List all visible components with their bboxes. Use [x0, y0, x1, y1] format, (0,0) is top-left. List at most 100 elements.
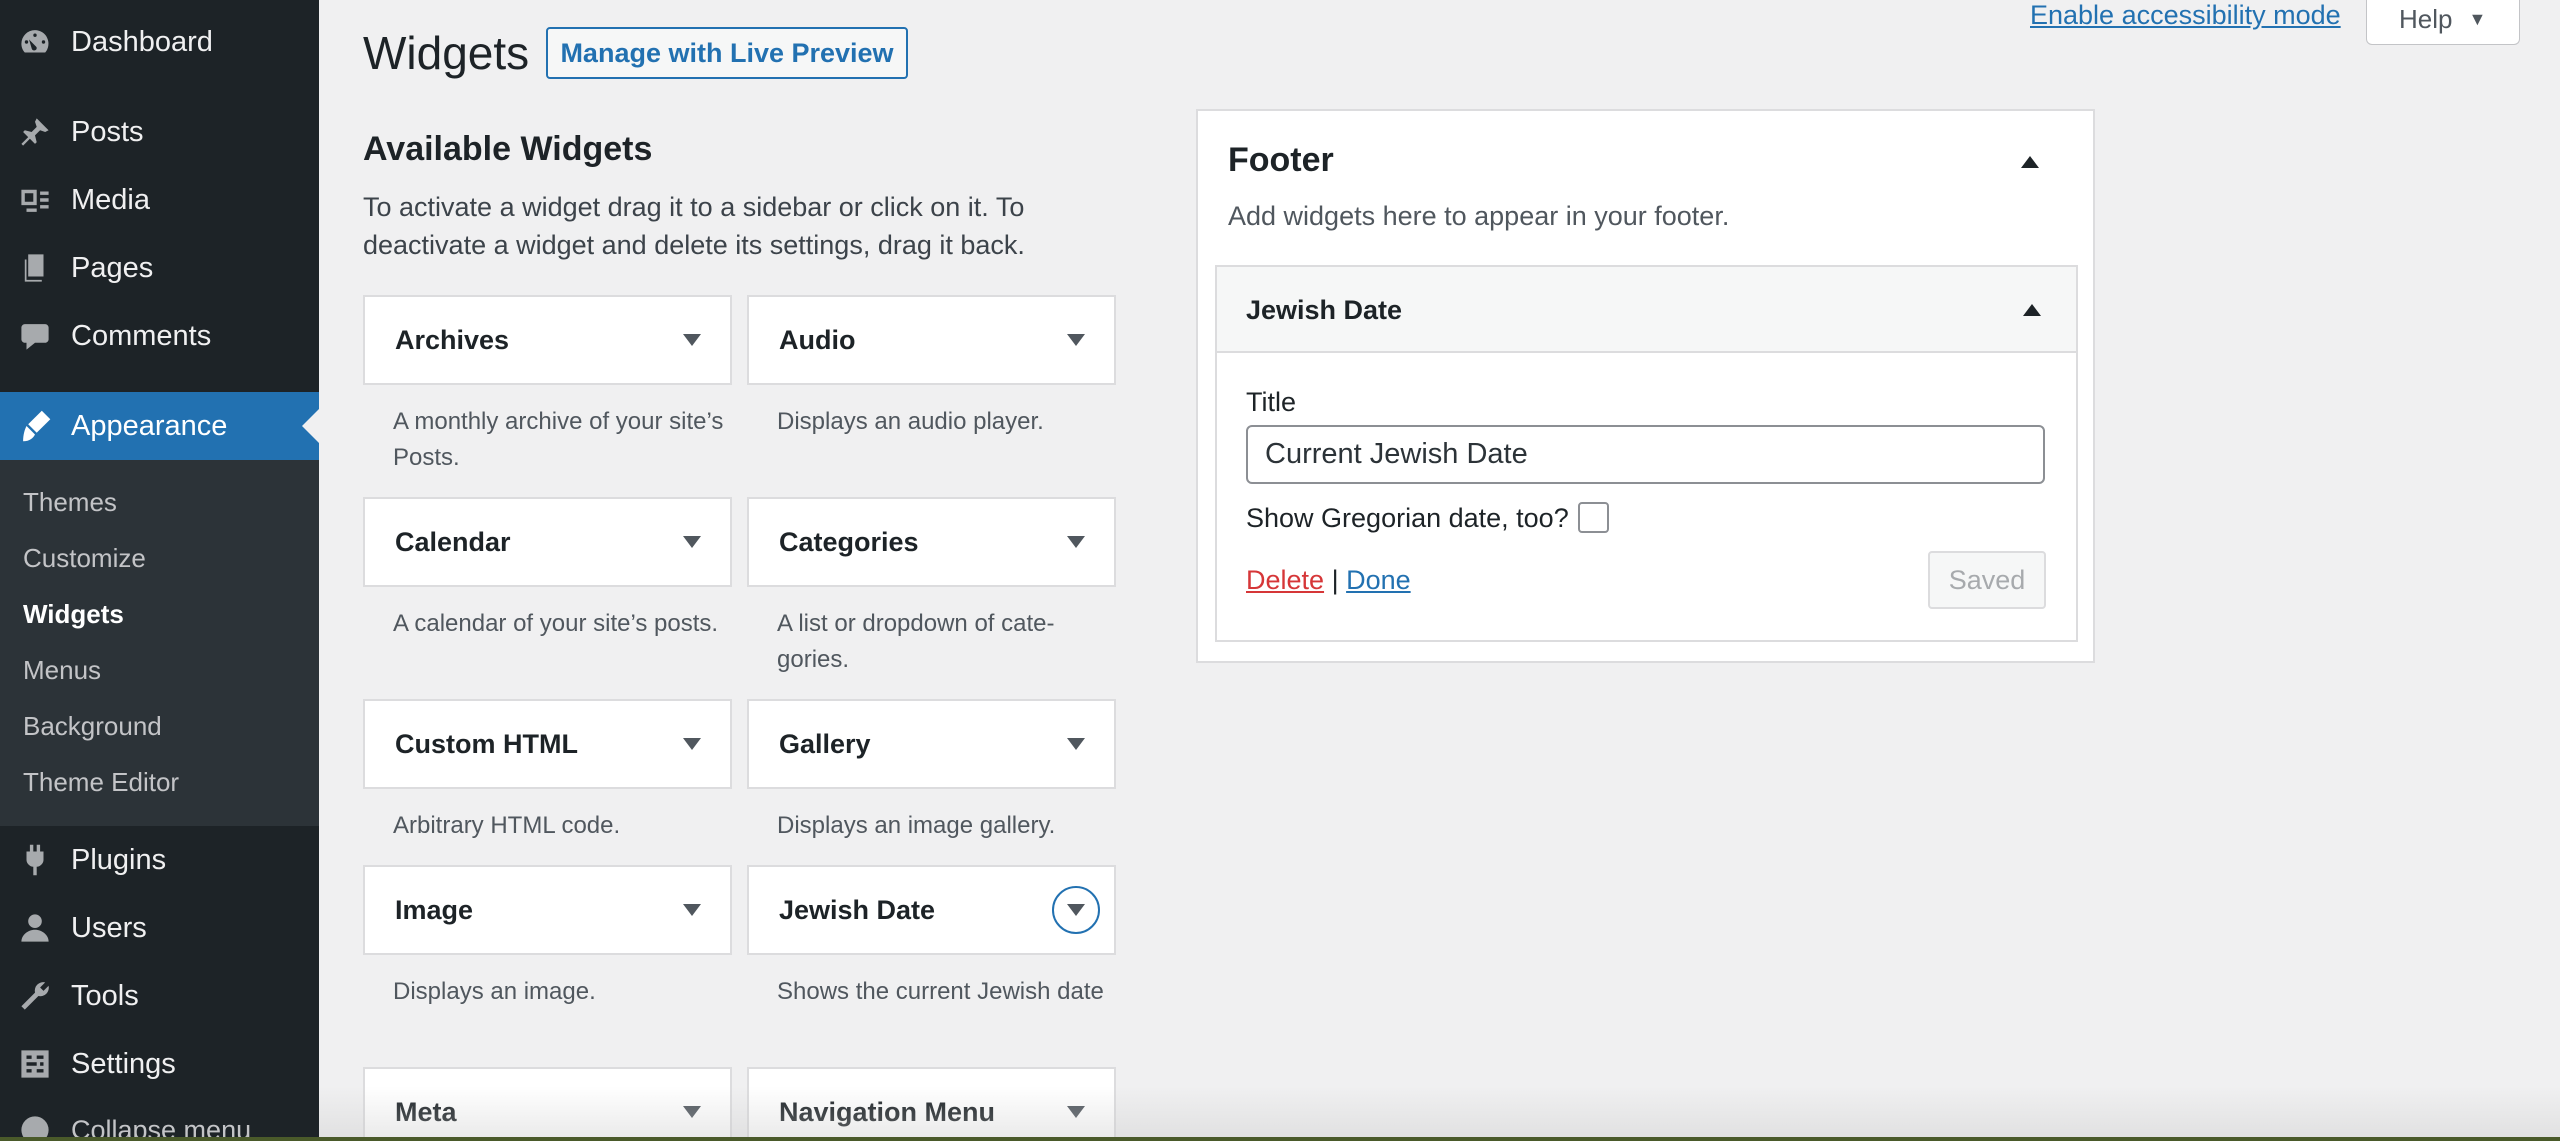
- menu-settings[interactable]: Settings: [0, 1034, 319, 1094]
- arrow-up-icon[interactable]: [2021, 155, 2039, 173]
- arrow-down-icon[interactable]: [680, 530, 704, 554]
- help-button[interactable]: Help ▼: [2366, 0, 2520, 45]
- widget-description: Displays an audio player.: [777, 408, 1044, 435]
- menu-label: Appearance: [71, 409, 228, 442]
- arrow-down-icon[interactable]: [1064, 732, 1088, 756]
- menu-tools[interactable]: Tools: [0, 966, 319, 1026]
- arrow-down-icon[interactable]: [680, 328, 704, 352]
- menu-label: Users: [71, 911, 147, 944]
- widget-archives[interactable]: Archives: [363, 295, 732, 385]
- arrow-down-icon[interactable]: [680, 898, 704, 922]
- widget-custom-html[interactable]: Custom HTML: [363, 699, 732, 789]
- menu-label: Tools: [71, 979, 139, 1012]
- accessibility-mode-link[interactable]: Enable accessibility mode: [2030, 0, 2341, 31]
- menu-label: Settings: [71, 1047, 176, 1080]
- plugin-icon: [16, 841, 54, 879]
- widget-categories[interactable]: Categories: [747, 497, 1116, 587]
- arrow-up-icon[interactable]: [2023, 303, 2041, 321]
- widget-gallery[interactable]: Gallery: [747, 699, 1116, 789]
- widget-title: Calendar: [395, 527, 511, 557]
- menu-plugins[interactable]: Plugins: [0, 830, 319, 890]
- menu-label: Media: [71, 183, 150, 216]
- footer-area-description: Add widgets here to appear in your foote…: [1228, 201, 1730, 231]
- admin-sidebar: Dashboard Posts Media Pages Comments App…: [0, 0, 319, 1141]
- footer-widget-area: Footer Add widgets here to appear in you…: [1196, 109, 2095, 663]
- page-title: Widgets: [363, 27, 530, 79]
- widget-title: Jewish Date: [1246, 295, 1403, 325]
- submenu-themes[interactable]: Themes: [23, 487, 117, 518]
- widget-title: Jewish Date: [779, 895, 936, 925]
- comments-icon: [16, 317, 54, 355]
- live-preview-button[interactable]: Manage with Live Preview: [546, 27, 908, 79]
- widget-actions: Delete | Done: [1246, 565, 1411, 596]
- arrow-down-icon[interactable]: [1064, 328, 1088, 352]
- pages-icon: [16, 249, 54, 287]
- widget-description: A list or dropdown of cate­gories.: [777, 610, 1055, 673]
- widget-navigation-menu[interactable]: Navigation Menu: [747, 1067, 1116, 1141]
- widget-description: A monthly archive of your site’s Posts.: [393, 408, 724, 471]
- submenu-menus[interactable]: Menus: [23, 655, 101, 686]
- caret-down-icon: ▼: [2468, 8, 2487, 29]
- title-input[interactable]: [1246, 425, 2045, 484]
- bottom-edge: [0, 1137, 2560, 1141]
- current-menu-arrow: [302, 409, 319, 443]
- menu-posts[interactable]: Posts: [0, 102, 319, 162]
- menu-comments[interactable]: Comments: [0, 306, 319, 366]
- submenu-background[interactable]: Background: [23, 711, 162, 742]
- submenu-theme-editor[interactable]: Theme Editor: [23, 767, 179, 798]
- widget-title: Audio: [779, 325, 856, 355]
- brush-icon: [16, 407, 54, 445]
- saved-button[interactable]: Saved: [1928, 551, 2046, 609]
- widget-description: Arbitrary HTML code.: [393, 812, 621, 839]
- widget-meta[interactable]: Meta: [363, 1067, 732, 1141]
- menu-pages[interactable]: Pages: [0, 238, 319, 298]
- dashboard-icon: [16, 23, 54, 61]
- available-widgets-title: Available Widgets: [363, 130, 653, 168]
- delete-link[interactable]: Delete: [1246, 565, 1324, 595]
- users-icon: [16, 909, 54, 947]
- wrench-icon: [16, 977, 54, 1015]
- widget-title: Categories: [779, 527, 919, 557]
- done-link[interactable]: Done: [1346, 565, 1411, 595]
- widget-calendar[interactable]: Calendar: [363, 497, 732, 587]
- widget-jewish-date[interactable]: Jewish Date: [747, 865, 1116, 955]
- appearance-submenu: Themes Customize Widgets Menus Backgroun…: [0, 460, 319, 826]
- widget-image[interactable]: Image: [363, 865, 732, 955]
- help-label: Help: [2399, 3, 2453, 34]
- widget-title: Image: [395, 895, 474, 925]
- arrow-down-icon[interactable]: [680, 1100, 704, 1124]
- settings-icon: [16, 1045, 54, 1083]
- action-separator: |: [1331, 565, 1339, 595]
- gregorian-checkbox[interactable]: [1578, 502, 1609, 533]
- menu-label: Posts: [71, 115, 144, 148]
- menu-label: Plugins: [71, 843, 167, 876]
- widget-description: A calendar of your site’s posts.: [393, 610, 719, 637]
- menu-dashboard[interactable]: Dashboard: [0, 12, 319, 72]
- menu-label: Comments: [71, 319, 212, 352]
- menu-collapse[interactable]: Collapse menu: [0, 1100, 319, 1141]
- submenu-widgets[interactable]: Widgets: [23, 599, 124, 630]
- widget-title: Custom HTML: [395, 729, 578, 759]
- widget-description: Shows the current Jewish date: [777, 978, 1104, 1005]
- arrow-down-icon[interactable]: [1064, 530, 1088, 554]
- widget-description: Displays an image gallery.: [777, 812, 1056, 839]
- footer-area-title[interactable]: Footer: [1228, 141, 1334, 180]
- title-field-label: Title: [1246, 387, 1297, 417]
- menu-label: Pages: [71, 251, 154, 284]
- widget-title: Meta: [395, 1097, 457, 1127]
- menu-users[interactable]: Users: [0, 898, 319, 958]
- menu-appearance[interactable]: Appearance: [0, 392, 319, 460]
- arrow-down-icon[interactable]: [680, 732, 704, 756]
- menu-media[interactable]: Media: [0, 170, 319, 230]
- pin-icon: [16, 113, 54, 151]
- media-icon: [16, 181, 54, 219]
- widget-header[interactable]: Jewish Date: [1217, 267, 2076, 353]
- arrow-down-icon[interactable]: [1052, 886, 1100, 934]
- menu-label: Dashboard: [71, 25, 213, 58]
- widget-audio[interactable]: Audio: [747, 295, 1116, 385]
- arrow-down-icon[interactable]: [1064, 1100, 1088, 1124]
- available-widgets-description: To activate a widget drag it to a sideba…: [363, 192, 1025, 260]
- widget-title: Gallery: [779, 729, 871, 759]
- widget-title: Navigation Menu: [779, 1097, 996, 1127]
- submenu-customize[interactable]: Customize: [23, 543, 146, 574]
